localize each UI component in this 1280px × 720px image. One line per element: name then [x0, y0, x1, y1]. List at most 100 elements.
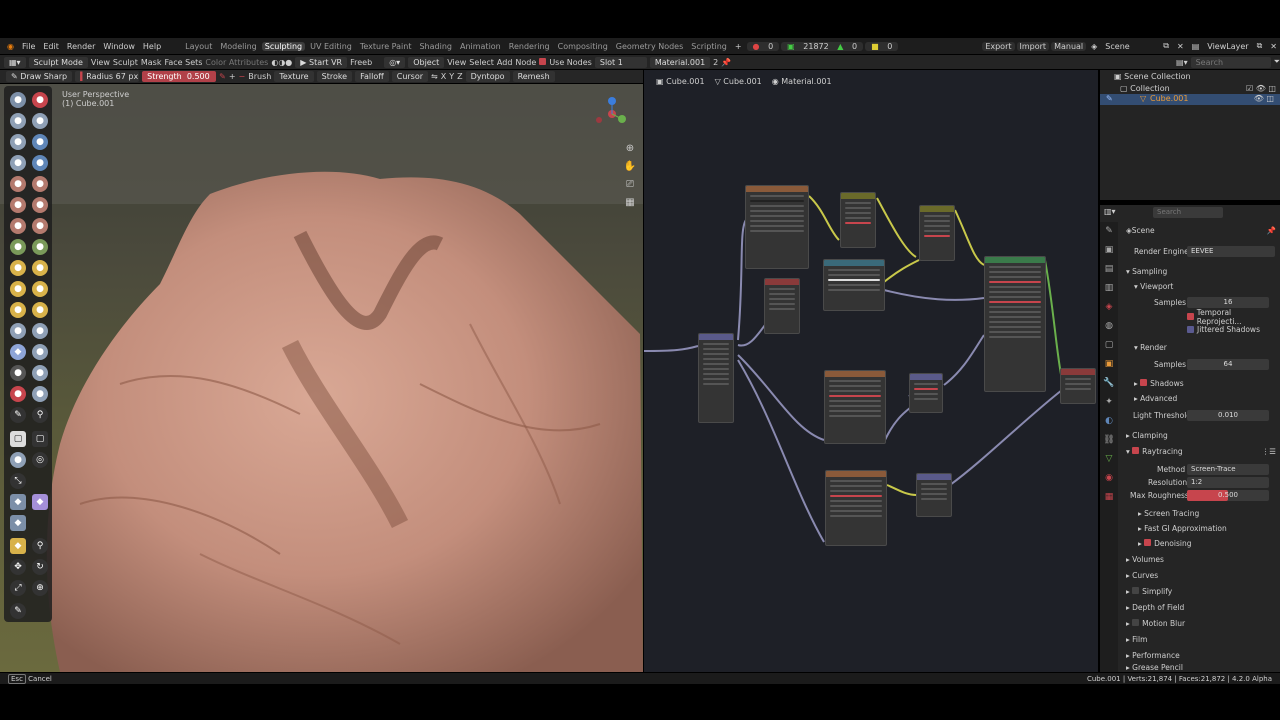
tab-layout[interactable]: Layout — [182, 42, 215, 51]
collection-row[interactable]: ▢ Collection ☑ 👁 ◫ — [1120, 84, 1276, 93]
line-project-icon[interactable]: ⤡ — [10, 473, 26, 489]
motion-blur-panel[interactable]: ▸ Motion Blur — [1126, 619, 1185, 628]
viewport-shading-icon[interactable]: ◐◑● — [271, 58, 292, 67]
start-vr-button[interactable]: ▶ Start VR — [295, 56, 348, 68]
node-menu-select[interactable]: Select — [469, 58, 494, 67]
subtract-icon[interactable]: − — [239, 72, 246, 81]
slot-selector[interactable]: Slot 1 — [594, 56, 647, 68]
object-visibility-icon[interactable]: 👁 ◫ — [1254, 94, 1274, 103]
viewport-subpanel[interactable]: ▾ Viewport — [1134, 282, 1173, 291]
advanced-subpanel[interactable]: ▸ Advanced — [1134, 394, 1177, 403]
sculpt-viewport[interactable]: User Perspective (1) Cube.001 ⊕ ✋ ⎚ ▦ — [0, 84, 643, 672]
output-tab-icon[interactable]: ▤ — [1100, 260, 1118, 279]
max-roughness-slider[interactable]: 0.500 — [1187, 490, 1269, 501]
falloff-menu[interactable]: Falloff — [355, 71, 389, 82]
radius-field[interactable]: ▍Radius 67 px — [75, 71, 140, 82]
tab-uv-editing[interactable]: UV Editing — [307, 42, 355, 51]
snake-hook-brush-icon[interactable]: ● — [32, 260, 48, 276]
scene-collection-row[interactable]: ▣ Scene Collection — [1114, 72, 1191, 81]
pin-props-icon[interactable]: 📌 — [1267, 226, 1276, 235]
method-select[interactable]: Screen-Trace — [1187, 464, 1269, 475]
shader-node-editor[interactable] — [644, 70, 1098, 672]
material-selector[interactable]: Material.001 — [649, 56, 711, 68]
lasso-face-set-icon[interactable]: ▢ — [32, 431, 48, 447]
physics-tab-icon[interactable]: ◐ — [1100, 412, 1118, 431]
normal-map-node[interactable] — [909, 373, 943, 413]
film-panel[interactable]: ▸ Film — [1126, 635, 1147, 644]
clay-brush-icon[interactable]: ● — [10, 113, 26, 129]
texture-tab-icon[interactable]: ▦ — [1100, 488, 1118, 507]
axis-z-toggle[interactable]: Z — [457, 72, 462, 81]
nudge-brush-icon[interactable]: ● — [10, 302, 26, 318]
flatten-brush-icon[interactable]: ● — [10, 197, 26, 213]
render-subpanel[interactable]: ▾ Render — [1134, 343, 1167, 352]
simplify-panel[interactable]: ▸ Simplify — [1126, 587, 1172, 596]
jittered-checkbox[interactable] — [1187, 326, 1194, 333]
cloth-brush-icon[interactable]: ◆ — [10, 344, 26, 360]
sampling-panel[interactable]: ▾ Sampling — [1126, 267, 1167, 276]
menu-window[interactable]: Window — [100, 42, 138, 51]
dyntopo-menu[interactable]: Dyntopo — [465, 71, 510, 82]
copy-viewlayer-icon[interactable]: ⧉ — [1254, 41, 1266, 51]
performance-panel[interactable]: ▸ Performance — [1126, 651, 1180, 660]
render-samples-field[interactable]: 64 — [1187, 359, 1269, 370]
scene-selector[interactable]: Scene — [1102, 42, 1158, 51]
object-row-cube[interactable]: ✎ ▽ Cube.001 👁 ◫ — [1100, 94, 1280, 105]
menu-view[interactable]: View — [91, 58, 110, 67]
menu-edit[interactable]: Edit — [40, 42, 62, 51]
temporal-checkbox[interactable] — [1187, 313, 1194, 320]
clamping-panel[interactable]: ▸ Clamping — [1126, 431, 1168, 440]
object-tab-icon[interactable]: ▣ — [1100, 355, 1118, 374]
tab-rendering[interactable]: Rendering — [506, 42, 553, 51]
axis-x-toggle[interactable]: X — [441, 72, 446, 81]
brush-menu[interactable]: Brush — [248, 72, 271, 81]
breadcrumb-material[interactable]: ◉ Material.001 — [772, 77, 832, 86]
viewport-samples-field[interactable]: 16 — [1187, 297, 1269, 308]
resolution-select[interactable]: 1:2 — [1187, 477, 1269, 488]
export-button[interactable]: Export — [982, 41, 1015, 51]
boundary-brush-icon[interactable]: ● — [32, 323, 48, 339]
tab-modeling[interactable]: Modeling — [217, 42, 259, 51]
menu-file[interactable]: File — [19, 42, 38, 51]
scrape-brush-icon[interactable]: ● — [10, 218, 26, 234]
box-trim-icon[interactable]: ● — [10, 452, 26, 468]
displacement-node[interactable] — [916, 473, 952, 517]
scale-icon[interactable]: ⤢ — [10, 580, 26, 596]
screen-tracing-subpanel[interactable]: ▸ Screen Tracing — [1138, 509, 1199, 518]
menu-render[interactable]: Render — [64, 42, 98, 51]
curves-panel[interactable]: ▸ Curves — [1126, 571, 1158, 580]
layer-brush-icon[interactable]: ● — [32, 134, 48, 150]
pan-hand-icon[interactable]: ✋ — [622, 158, 638, 176]
multiplane-scrape-brush-icon[interactable]: ● — [32, 218, 48, 234]
menu-sculpt[interactable]: Sculpt — [113, 58, 138, 67]
pin-icon[interactable]: 📌 — [721, 58, 731, 67]
tab-shading[interactable]: Shading — [416, 42, 455, 51]
node-menu-view[interactable]: View — [447, 58, 466, 67]
paint-brush-icon[interactable]: ● — [10, 386, 26, 402]
cursor-menu[interactable]: Cursor — [391, 71, 429, 82]
annotate-icon[interactable]: ✎ — [10, 603, 26, 619]
edit-face-set-icon[interactable]: ◆ — [10, 538, 26, 554]
add-workspace-icon[interactable]: + — [732, 42, 745, 51]
box-face-set-icon[interactable]: ▢ — [10, 431, 26, 447]
mask-brush-icon[interactable]: ● — [10, 365, 26, 381]
navigation-gizmo[interactable] — [596, 92, 636, 132]
roughness-texture-node[interactable] — [824, 370, 886, 444]
mode-selector[interactable]: Sculpt Mode — [28, 56, 88, 68]
ortho-grid-icon[interactable]: ▦ — [622, 194, 638, 212]
zoom-icon[interactable]: ⊕ — [622, 140, 638, 158]
list-options-icon[interactable]: ⋮☰ — [1262, 447, 1276, 456]
slide-relax-brush-icon[interactable]: ● — [10, 323, 26, 339]
breadcrumb-object[interactable]: ▣ Cube.001 — [656, 77, 705, 86]
axis-y-toggle[interactable]: Y — [449, 72, 454, 81]
raytracing-panel[interactable]: ▾ Raytracing — [1126, 447, 1183, 456]
use-nodes-checkbox[interactable]: Use Nodes — [539, 57, 592, 67]
view-layer-tab-icon[interactable]: ▥ — [1100, 279, 1118, 298]
node-menu-node[interactable]: Node — [515, 58, 536, 67]
camera-icon[interactable]: ⎚ — [622, 176, 638, 194]
tab-geometry-nodes[interactable]: Geometry Nodes — [613, 42, 686, 51]
texture-menu[interactable]: Texture — [274, 71, 314, 82]
object-selector[interactable]: Object — [408, 56, 445, 68]
color-filter-icon[interactable]: ◆ — [10, 515, 26, 531]
menu-help[interactable]: Help — [140, 42, 164, 51]
